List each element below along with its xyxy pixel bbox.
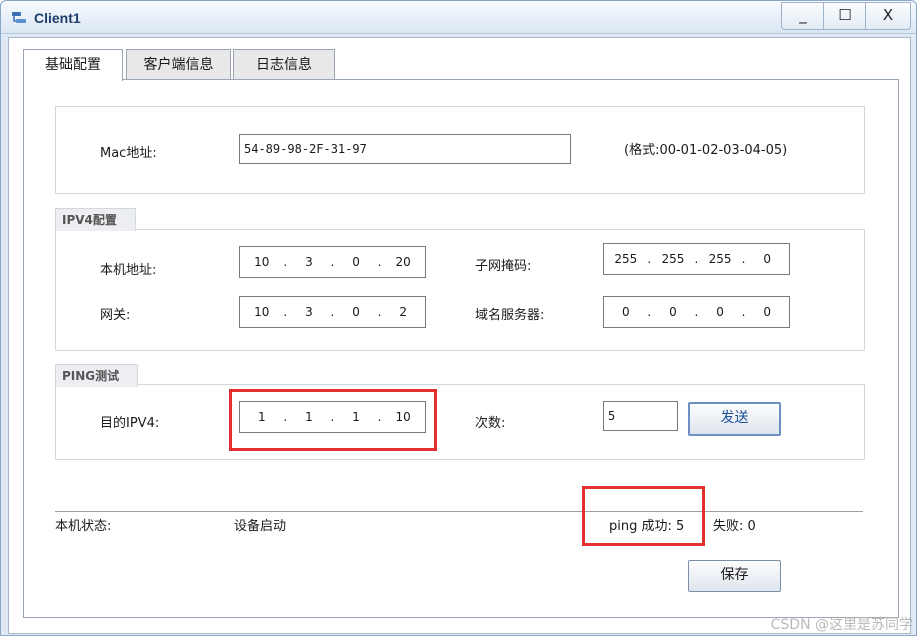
basic-config-panel: Mac地址: 54-89-98-2F-31-97 (格式:00-01-02-03… [23,79,899,618]
ip-octet: 10 [395,410,411,424]
ip-dot: . [283,410,288,424]
ip-octet: 255 [614,252,638,266]
tab-client-info[interactable]: 客户端信息 [126,49,231,80]
ip-dot: . [377,305,382,319]
mac-field[interactable]: 54-89-98-2F-31-97 [239,134,571,164]
ip-dot: . [330,410,335,424]
ip-dot: . [377,255,382,269]
local-ip-label: 本机地址: [100,263,157,278]
send-button[interactable]: 发送 [688,402,781,436]
ip-octet: 0 [669,305,677,319]
ip-octet: 20 [395,255,411,269]
ip-octet: 0 [352,255,360,269]
tab-log-info[interactable]: 日志信息 [233,49,335,80]
minimize-button[interactable]: _ [781,2,825,30]
close-button[interactable]: X [865,2,911,30]
status-value: 设备启动 [234,519,287,534]
dns-label: 域名服务器: [475,308,545,323]
window-title: Client1 [34,10,81,26]
status-divider [55,511,863,512]
ip-octet: 0 [352,305,360,319]
ip-dot: . [647,305,652,319]
ip-octet: 10 [254,305,270,319]
ip-dot: . [647,252,652,266]
mac-label: Mac地址: [100,146,157,161]
ip-dot: . [694,252,699,266]
client-area: 基础配置 客户端信息 日志信息 Mac地址: 54-89-98-2F-31-97… [8,37,911,634]
ping-success-count: ping 成功: 5 [609,519,685,534]
ip-dot: . [741,252,746,266]
ip-octet: 3 [305,255,313,269]
ping-count-label: 次数: [475,416,506,431]
gateway-label: 网关: [100,308,131,323]
ip-dot: . [377,410,382,424]
subnet-mask-field[interactable]: 255. 255. 255. 0 [603,243,790,275]
ip-octet: 1 [305,410,313,424]
client-window: Client1 _ ☐ X 基础配置 客户端信息 日志信息 Mac地址: 54-… [0,0,917,636]
ip-octet: 255 [708,252,732,266]
ip-octet: 3 [305,305,313,319]
dns-field[interactable]: 0. 0. 0. 0 [603,296,790,328]
ping-fail-count: 失败: 0 [713,519,756,534]
ip-dot: . [330,305,335,319]
tab-basic-config[interactable]: 基础配置 [23,49,123,81]
ping-target-field[interactable]: 1. 1. 1. 10 [239,401,426,433]
ip-dot: . [283,255,288,269]
ip-octet: 0 [763,252,771,266]
status-label: 本机状态: [55,519,112,534]
maximize-button[interactable]: ☐ [823,2,867,30]
ip-octet: 0 [716,305,724,319]
ip-dot: . [330,255,335,269]
watermark: CSDN @这里是苏同学 [770,617,913,633]
mac-format-hint: (格式:00-01-02-03-04-05) [624,143,788,158]
ip-octet: 10 [254,255,270,269]
ip-octet: 0 [763,305,771,319]
subnet-mask-label: 子网掩码: [475,259,532,274]
ip-octet: 1 [257,410,266,424]
ip-octet: 255 [661,252,685,266]
ip-dot: . [741,305,746,319]
ip-dot: . [283,305,288,319]
local-ip-field[interactable]: 10. 3. 0. 20 [239,246,426,278]
ping-count-field[interactable]: 5 [603,401,678,431]
title-bar[interactable]: Client1 _ ☐ X [1,1,916,34]
save-button[interactable]: 保存 [688,560,781,592]
ip-octet: 2 [399,305,407,319]
network-client-icon [12,12,26,23]
ping-legend: PING测试 [55,364,139,387]
gateway-field[interactable]: 10. 3. 0. 2 [239,296,426,328]
ip-octet: 0 [621,305,630,319]
ip-dot: . [694,305,699,319]
ping-target-label: 目的IPV4: [100,416,160,431]
ip-octet: 1 [352,410,360,424]
ipv4-legend: IPV4配置 [55,208,136,231]
